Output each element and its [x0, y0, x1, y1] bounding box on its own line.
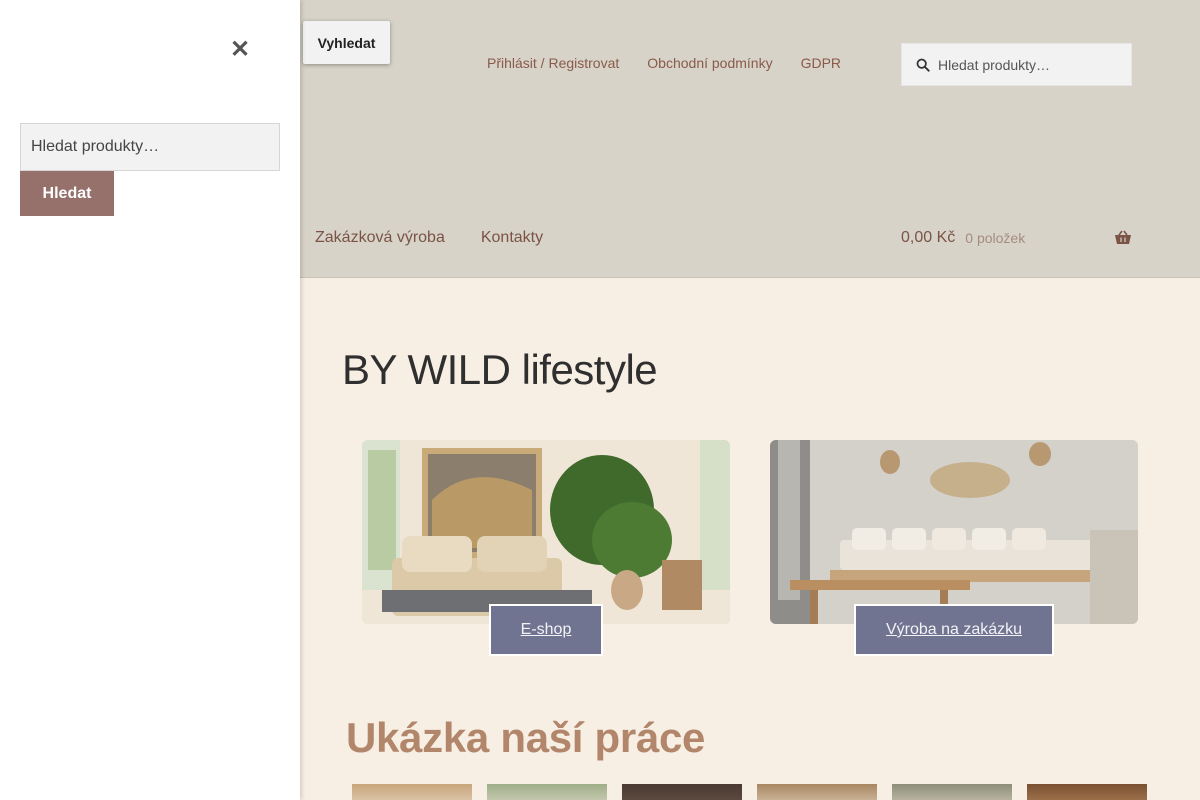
- basket-icon: [1115, 230, 1131, 244]
- living-room-photo[interactable]: [362, 440, 730, 624]
- cart-link[interactable]: 0,00 Kč 0 položek: [901, 229, 1132, 247]
- header-search: [901, 43, 1132, 86]
- nav-custom-production[interactable]: Zakázková výroba: [315, 229, 445, 247]
- site-title: BY WILD lifestyle: [342, 346, 658, 393]
- gallery-thumbnails: [352, 784, 1147, 800]
- skip-to-search-link[interactable]: Vyhledat: [303, 21, 390, 64]
- gallery-thumbnail[interactable]: [1027, 784, 1147, 800]
- section-heading: Ukázka naší práce: [346, 714, 706, 761]
- top-links: Přihlásit / Registrovat Obchodní podmínk…: [487, 55, 841, 71]
- gallery-thumbnail[interactable]: [622, 784, 742, 800]
- login-register-link[interactable]: Přihlásit / Registrovat: [487, 55, 619, 71]
- gallery-thumbnail[interactable]: [757, 784, 877, 800]
- gdpr-link[interactable]: GDPR: [801, 55, 841, 71]
- search-icon: [916, 58, 930, 72]
- eshop-button[interactable]: E-shop: [489, 604, 603, 656]
- terms-link[interactable]: Obchodní podmínky: [647, 55, 772, 71]
- custom-production-button[interactable]: Výroba na zakázku: [854, 604, 1054, 656]
- gallery-thumbnail[interactable]: [352, 784, 472, 800]
- gallery-thumbnail[interactable]: [892, 784, 1012, 800]
- cart-amount: 0,00 Kč: [901, 229, 956, 246]
- cafe-interior-photo[interactable]: [770, 440, 1138, 624]
- close-icon[interactable]: ✕: [230, 38, 250, 62]
- cart-count: 0 položek: [965, 230, 1026, 246]
- main-nav: Zakázková výroba Kontakty: [315, 229, 543, 247]
- search-drawer: ✕ Hledat: [0, 0, 300, 800]
- nav-contacts[interactable]: Kontakty: [481, 229, 543, 247]
- gallery-thumbnail[interactable]: [487, 784, 607, 800]
- drawer-search-button[interactable]: Hledat: [20, 171, 114, 216]
- drawer-search-input[interactable]: [20, 123, 280, 171]
- header-search-input[interactable]: [938, 56, 1128, 73]
